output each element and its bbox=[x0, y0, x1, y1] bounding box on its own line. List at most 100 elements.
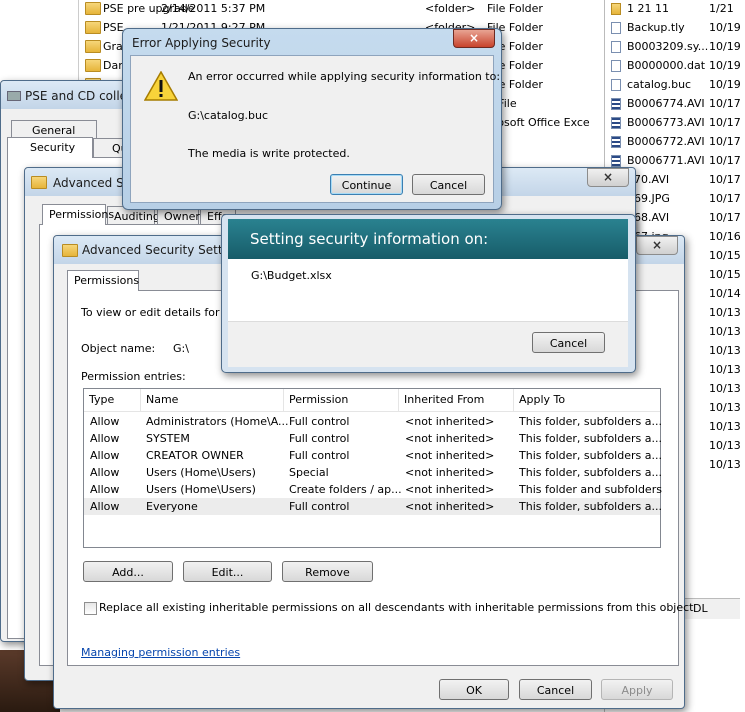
managing-permission-entries-link[interactable]: Managing permission entries bbox=[81, 646, 240, 659]
cell-name: Users (Home\Users) bbox=[146, 466, 256, 479]
file-date: 10/19 bbox=[709, 21, 741, 34]
cell-permission: Create folders / ap... bbox=[289, 483, 402, 496]
error-cancel-button[interactable]: Cancel bbox=[412, 174, 485, 195]
table-row[interactable]: Allow Users (Home\Users) Create folders / … bbox=[84, 481, 662, 498]
cell-type: Allow bbox=[90, 483, 120, 496]
cell-apply: This folder, subfolders a... bbox=[519, 500, 662, 513]
cell-inherited: <not inherited> bbox=[405, 466, 495, 479]
apply-button[interactable]: Apply bbox=[601, 679, 673, 700]
file-name: B0003209.sy... bbox=[627, 40, 709, 53]
file-date: 10/17 bbox=[709, 116, 741, 129]
progress-cancel-button[interactable]: Cancel bbox=[532, 332, 605, 353]
permission-entries-list[interactable]: Type Name Permission Inherited From Appl… bbox=[83, 388, 662, 548]
replace-permissions-label[interactable]: Replace all existing inheritable permiss… bbox=[99, 601, 694, 614]
file-date: 1/21 bbox=[709, 2, 734, 15]
cell-inherited: <not inherited> bbox=[405, 449, 495, 462]
table-row[interactable]: Allow Users (Home\Users) Special <not inher… bbox=[84, 464, 662, 481]
list-item[interactable]: B0006772.AVI 10/17 bbox=[605, 133, 741, 150]
file-date: 10/17 bbox=[709, 154, 741, 167]
permission-entries-label: Permission entries: bbox=[81, 370, 186, 383]
table-row[interactable]: Allow Administrators (Home\A... Full contr… bbox=[84, 413, 662, 430]
file-name: catalog.buc bbox=[627, 78, 692, 91]
cell-apply: This folder, subfolders a... bbox=[519, 449, 662, 462]
error-dialog-title: Error Applying Security bbox=[132, 36, 271, 50]
column-header-name[interactable]: Name bbox=[141, 389, 284, 411]
close-icon[interactable]: × bbox=[453, 29, 495, 48]
list-item[interactable]: B0003209.sy... 10/19 bbox=[605, 38, 741, 55]
ok-button[interactable]: OK bbox=[439, 679, 509, 700]
file-name: B0006773.AVI bbox=[627, 116, 705, 129]
column-header-apply-to[interactable]: Apply To bbox=[514, 389, 660, 411]
file-icon bbox=[611, 22, 621, 34]
continue-button[interactable]: Continue bbox=[330, 174, 403, 195]
cell-permission: Full control bbox=[289, 432, 350, 445]
file-date: 10/17 bbox=[709, 97, 741, 110]
table-row[interactable]: Allow SYSTEM Full control <not inherited> Th… bbox=[84, 430, 662, 447]
table-row[interactable]: Allow Everyone Full control <not inherited>… bbox=[84, 498, 662, 515]
file-icon bbox=[611, 79, 621, 91]
cell-name: CREATOR OWNER bbox=[146, 449, 244, 462]
file-date: 10/19 bbox=[709, 40, 741, 53]
close-icon[interactable]: × bbox=[587, 168, 629, 187]
file-date: 10/15 bbox=[709, 249, 741, 262]
cell-type: Allow bbox=[90, 415, 120, 428]
replace-permissions-checkbox[interactable] bbox=[84, 602, 97, 615]
file-date: 10/13 bbox=[709, 306, 741, 319]
file-date: 10/19 bbox=[709, 78, 741, 91]
file-date: 10/17 bbox=[709, 135, 741, 148]
list-item[interactable]: PSE pre upgrade 2/14/2011 5:37 PM <folder>… bbox=[79, 0, 599, 17]
tab-permissions[interactable]: Permissions bbox=[67, 270, 139, 291]
file-name: 1 21 11 bbox=[627, 2, 669, 15]
file-size: <folder> bbox=[425, 2, 476, 15]
close-icon[interactable]: × bbox=[636, 236, 678, 255]
list-item[interactable]: 1 21 11 1/21 bbox=[605, 0, 740, 17]
file-date: 10/17 bbox=[709, 211, 741, 224]
progress-header: Setting security information on: bbox=[228, 219, 628, 259]
cancel-button[interactable]: Cancel bbox=[519, 679, 592, 700]
warning-icon bbox=[144, 71, 178, 101]
error-message: An error occurred while applying securit… bbox=[188, 70, 501, 83]
cell-apply: This folder and subfolders bbox=[519, 483, 662, 496]
cell-type: Allow bbox=[90, 500, 120, 513]
tab-security[interactable]: Security bbox=[7, 137, 93, 158]
folder-icon bbox=[85, 21, 101, 34]
file-date: 10/13 bbox=[709, 325, 741, 338]
edit-button[interactable]: Edit... bbox=[183, 561, 272, 582]
error-applying-security-dialog: Error Applying Security × An error occur… bbox=[122, 28, 502, 210]
file-name: B0006772.AVI bbox=[627, 135, 705, 148]
cell-permission: Full control bbox=[289, 500, 350, 513]
video-file-icon bbox=[611, 136, 621, 148]
error-detail: The media is write protected. bbox=[188, 147, 350, 160]
file-date: 10/15 bbox=[709, 268, 741, 281]
list-item[interactable]: catalog.buc 10/19 bbox=[605, 76, 741, 93]
list-item[interactable]: B0006773.AVI 10/17 bbox=[605, 114, 741, 131]
column-header-permission[interactable]: Permission bbox=[284, 389, 399, 411]
object-name-label: Object name: bbox=[81, 342, 156, 355]
setting-security-progress-dialog: Setting security information on: G:\Budg… bbox=[221, 214, 636, 373]
intro-text: To view or edit details for a p bbox=[81, 306, 241, 319]
list-item[interactable]: Backup.tly 10/19 bbox=[605, 19, 741, 36]
file-name: Backup.tly bbox=[627, 21, 685, 34]
file-name: B0006774.AVI bbox=[627, 97, 705, 110]
column-header-type[interactable]: Type bbox=[84, 389, 141, 411]
cell-permission: Full control bbox=[289, 449, 350, 462]
table-row[interactable]: Allow CREATOR OWNER Full control <not inher… bbox=[84, 447, 662, 464]
progress-body: G:\Budget.xlsx bbox=[228, 259, 628, 321]
file-date: 10/14 bbox=[709, 287, 741, 300]
list-item[interactable]: B0006774.AVI 10/17 bbox=[605, 95, 741, 112]
tab-permissions-back[interactable]: Permissions bbox=[42, 204, 114, 225]
add-button[interactable]: Add... bbox=[83, 561, 173, 582]
cell-name: Users (Home\Users) bbox=[146, 483, 256, 496]
file-date: 10/13 bbox=[709, 439, 741, 452]
file-type: crosoft Office Exce bbox=[487, 116, 590, 129]
column-header-inherited-from[interactable]: Inherited From bbox=[399, 389, 514, 411]
file-name: B0000000.dat bbox=[627, 59, 706, 72]
cell-name: Everyone bbox=[146, 500, 198, 513]
cell-inherited: <not inherited> bbox=[405, 500, 495, 513]
cell-inherited: <not inherited> bbox=[405, 432, 495, 445]
remove-button[interactable]: Remove bbox=[282, 561, 373, 582]
cell-type: Allow bbox=[90, 466, 120, 479]
cell-inherited: <not inherited> bbox=[405, 415, 495, 428]
cell-apply: This folder, subfolders a... bbox=[519, 432, 662, 445]
list-item[interactable]: B0000000.dat 10/19 bbox=[605, 57, 741, 74]
